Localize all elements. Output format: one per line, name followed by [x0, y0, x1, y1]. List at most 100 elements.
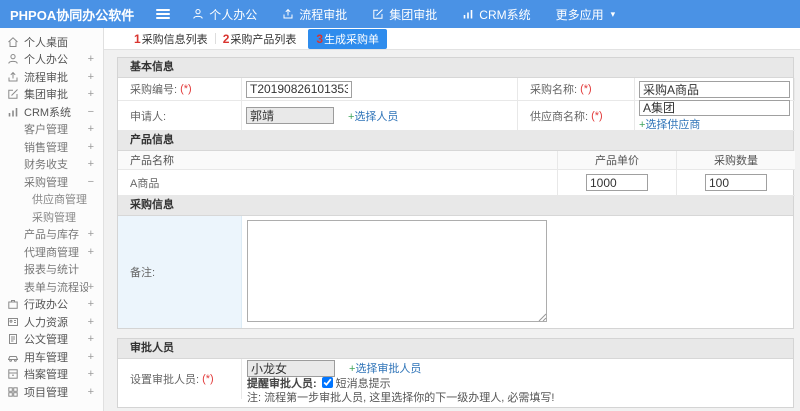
collapse-icon[interactable]: −	[88, 106, 94, 118]
section-title-basic: 基本信息	[118, 58, 793, 78]
sidebar-item[interactable]: 集团审批 +	[0, 86, 103, 104]
sidebar-item[interactable]: 人力资源 +	[0, 313, 103, 331]
expand-icon[interactable]: +	[88, 368, 94, 380]
product-table-header: 产品名称 产品单价 采购数量	[118, 151, 795, 170]
sidebar-item[interactable]: 个人桌面	[0, 33, 103, 51]
expand-icon[interactable]: +	[88, 123, 94, 135]
sidebar-item-label: 个人桌面	[24, 36, 68, 49]
section-title-purchase-info: 采购信息	[118, 196, 793, 216]
expand-icon[interactable]: +	[88, 53, 94, 65]
topbar-nav-label: 个人办公	[209, 7, 258, 22]
product-table-body: A商品	[118, 170, 795, 196]
expand-icon[interactable]: +	[88, 71, 94, 83]
sidebar-item[interactable]: 行政办公 +	[0, 296, 103, 314]
expand-icon[interactable]: +	[88, 386, 94, 398]
tab-step-1[interactable]: 1 采购信息列表	[127, 29, 215, 49]
org-icon	[7, 298, 19, 310]
chart-icon	[462, 8, 474, 20]
sidebar-item-label: 表单与流程设置	[24, 281, 88, 294]
expand-icon[interactable]: +	[88, 88, 94, 100]
sidebar-item-label: 供应商管理	[32, 194, 87, 207]
col-product-price: 产品单价	[558, 151, 677, 170]
expand-icon[interactable]: +	[88, 246, 94, 258]
sidebar-item-label: 财务收支	[24, 159, 68, 172]
sidebar-item[interactable]: 采购管理	[0, 208, 103, 226]
tab-bar: 1 采购信息列表 2 采购产品列表 3 生成采购单	[104, 28, 800, 50]
topbar-nav-label: 集团审批	[389, 7, 438, 22]
sidebar-item-label: 档案管理	[24, 369, 68, 382]
applicant-label: 申请人:	[118, 101, 242, 131]
required-mark: (*)	[580, 83, 592, 95]
sidebar-item-label: 行政办公	[24, 299, 68, 312]
purchase-no-label: 采购编号: (*)	[118, 78, 242, 101]
purchase-name-input[interactable]	[639, 80, 790, 98]
chevron-down-icon: ▾	[610, 8, 616, 19]
tab-step-3[interactable]: 3 生成采购单	[308, 28, 388, 49]
sidebar-item[interactable]: 客户管理 +	[0, 121, 103, 139]
topbar-nav-item[interactable]: 流程审批	[282, 6, 347, 23]
expand-icon[interactable]: +	[88, 298, 94, 310]
sms-notify-checkbox[interactable]	[321, 377, 333, 388]
select-supplier-link[interactable]: +选择供应商	[639, 116, 700, 132]
sidebar-item[interactable]: 销售管理 +	[0, 138, 103, 156]
purchase-no-input[interactable]	[246, 80, 352, 98]
app-window: PHPOA协同办公软件 个人办公 流程审批 集团审批 CRM系统 更多应用 ▾ 个人桌面个…	[0, 0, 800, 411]
expand-icon[interactable]: +	[88, 333, 94, 345]
supplier-input[interactable]	[639, 99, 790, 116]
purchase-name-label: 采购名称: (*)	[518, 78, 635, 101]
purchase-name-cell	[635, 78, 795, 101]
sidebar-item[interactable]: 财务收支 +	[0, 156, 103, 174]
content-area: 基本信息 采购编号: (*) 采购名称: (*)	[104, 50, 800, 411]
select-person-link[interactable]: +选择人员	[348, 108, 398, 124]
tab-step-2[interactable]: 2 采购产品列表	[216, 29, 304, 49]
sidebar-item-label: 流程审批	[24, 71, 68, 84]
topbar-nav: 个人办公 流程审批 集团审批 CRM系统 更多应用 ▾	[192, 6, 640, 23]
expand-icon[interactable]: +	[88, 228, 94, 240]
hamburger-icon[interactable]	[156, 7, 171, 21]
topbar-nav-item[interactable]: 个人办公	[192, 6, 257, 23]
topbar: PHPOA协同办公软件 个人办公 流程审批 集团审批 CRM系统 更多应用 ▾	[0, 0, 800, 28]
sidebar-item-label: 采购管理	[32, 211, 76, 224]
sidebar-item-label: 采购管理	[24, 176, 68, 189]
sidebar-item[interactable]: 报表与统计	[0, 261, 103, 279]
app-logo: PHPOA协同办公软件	[10, 7, 135, 23]
supplier-cell: +选择供应商	[635, 99, 795, 132]
sidebar-item[interactable]: 代理商管理 +	[0, 243, 103, 261]
sidebar: 个人桌面 个人办公 + 流程审批 + 集团审批 + CRM系统 − 客户管理 + 销售管理 + 财务收支 +…	[0, 28, 104, 411]
sidebar-item-label: 产品与库存	[24, 229, 79, 242]
topbar-nav-item[interactable]: 集团审批	[372, 6, 437, 23]
remark-textarea[interactable]	[247, 220, 547, 322]
home-icon	[7, 36, 19, 48]
sidebar-item[interactable]: 个人办公 +	[0, 51, 103, 69]
expand-icon[interactable]: +	[88, 281, 94, 293]
remark-label: 备注:	[118, 216, 242, 328]
sidebar-item[interactable]: 流程审批 +	[0, 68, 103, 86]
applicant-cell: +选择人员	[242, 101, 518, 131]
sidebar-item[interactable]: 采购管理 −	[0, 173, 103, 191]
doc-icon	[7, 333, 19, 345]
tab-number: 1	[134, 31, 141, 46]
sidebar-item[interactable]: 供应商管理	[0, 191, 103, 209]
hr-icon	[7, 316, 19, 328]
sidebar-item-label: 销售管理	[24, 141, 68, 154]
topbar-nav-item[interactable]: 更多应用 ▾	[556, 6, 616, 23]
sidebar-item[interactable]: 档案管理 +	[0, 366, 103, 384]
product-price-input[interactable]	[586, 174, 648, 191]
expand-icon[interactable]: +	[88, 141, 94, 153]
col-product-name: 产品名称	[118, 151, 558, 170]
sidebar-item[interactable]: 用车管理 +	[0, 348, 103, 366]
sidebar-item[interactable]: 表单与流程设置+	[0, 278, 103, 296]
set-approver-label: 设置审批人员: (*)	[118, 359, 242, 399]
expand-icon[interactable]: +	[88, 316, 94, 328]
topbar-nav-item[interactable]: CRM系统	[462, 6, 531, 23]
purchase-qty-input[interactable]	[705, 174, 767, 191]
sidebar-item[interactable]: 公文管理 +	[0, 331, 103, 349]
sidebar-item[interactable]: CRM系统 −	[0, 103, 103, 121]
expand-icon[interactable]: +	[88, 158, 94, 170]
expand-icon[interactable]: +	[88, 351, 94, 363]
collapse-icon[interactable]: −	[88, 176, 94, 188]
purchase-form-panel: 基本信息 采购编号: (*) 采购名称: (*)	[117, 57, 795, 329]
sidebar-item[interactable]: 产品与库存 +	[0, 226, 103, 244]
sidebar-item[interactable]: 项目管理 +	[0, 383, 103, 401]
section-title-product: 产品信息	[118, 131, 793, 151]
